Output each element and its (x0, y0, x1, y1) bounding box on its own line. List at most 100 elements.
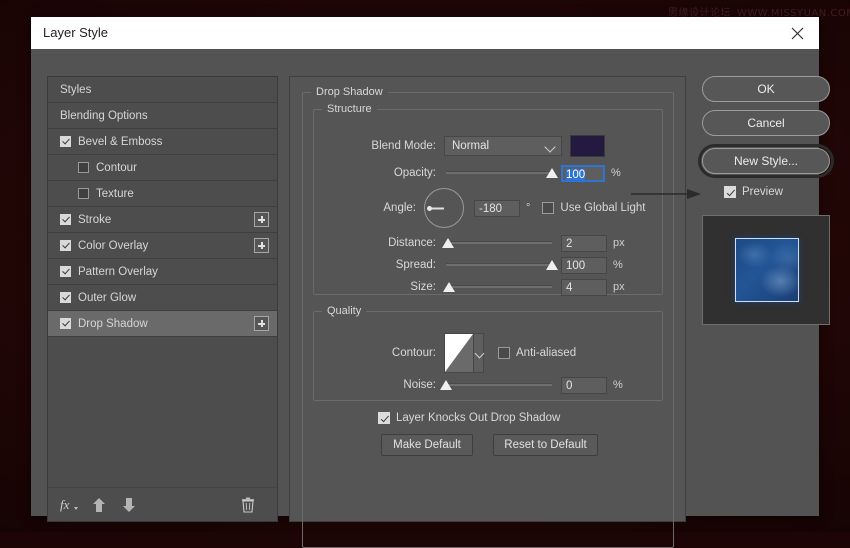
close-icon[interactable] (775, 17, 819, 49)
dialog-titlebar: Layer Style (31, 17, 819, 49)
sidebar-item-label: Bevel & Emboss (78, 136, 162, 148)
sidebar-item-stroke[interactable]: Stroke (48, 207, 277, 233)
layer-knocks-out-checkbox[interactable]: Layer Knocks Out Drop Shadow (378, 412, 560, 424)
reset-to-default-button[interactable]: Reset to Default (493, 434, 598, 456)
effect-options-panel: Drop Shadow Structure Blend Mode: Normal (289, 76, 686, 522)
sidebar-item-drop-shadow[interactable]: Drop Shadow (48, 311, 277, 337)
annotation-arrow-icon (631, 188, 703, 200)
preview-swatch (735, 238, 799, 302)
size-slider-track (446, 285, 552, 288)
ok-button[interactable]: OK (702, 76, 830, 102)
sidebar-item-outer-glow[interactable]: Outer Glow (48, 285, 277, 311)
sidebar-item-label: Outer Glow (78, 292, 136, 304)
sidebar-item-pattern-overlay[interactable]: Pattern Overlay (48, 259, 277, 285)
sidebar-item-bevel-emboss[interactable]: Bevel & Emboss (48, 129, 277, 155)
fx-icon[interactable]: fx (58, 494, 80, 516)
size-slider[interactable] (446, 280, 552, 294)
blend-mode-label: Blend Mode: (314, 140, 436, 152)
size-input[interactable]: 4 (561, 279, 607, 296)
opacity-value: 100 (566, 169, 585, 181)
layer-knocks-out-label: Layer Knocks Out Drop Shadow (396, 412, 560, 424)
spread-slider-thumb[interactable] (546, 260, 558, 270)
sidebar-item-color-overlay[interactable]: Color Overlay (48, 233, 277, 259)
sidebar-item-styles[interactable]: Styles (48, 77, 277, 103)
make-default-button[interactable]: Make Default (381, 434, 473, 456)
distance-slider-track (446, 241, 552, 244)
distance-row: Distance: 2 px (314, 233, 654, 253)
spread-value: 100 (566, 260, 585, 272)
cancel-button[interactable]: Cancel (702, 110, 830, 136)
size-slider-thumb[interactable] (443, 282, 455, 292)
blend-mode-select[interactable]: Normal (444, 136, 562, 156)
distance-unit: px (613, 237, 625, 249)
spread-label: Spread: (314, 259, 436, 271)
size-label: Size: (314, 281, 436, 293)
dialog-body: Styles Blending Options Bevel & Emboss Cont… (31, 49, 819, 516)
dialog-title: Layer Style (43, 25, 108, 40)
sidebar-item-label: Texture (96, 188, 134, 200)
sidebar-item-label: Stroke (78, 214, 111, 226)
effect-toggle-checkbox[interactable] (60, 266, 71, 277)
noise-input[interactable]: 0 (561, 377, 607, 394)
add-effect-plus-icon[interactable] (254, 316, 269, 331)
new-style-button[interactable]: New Style... (702, 148, 830, 174)
effect-toggle-checkbox[interactable] (78, 188, 89, 199)
spread-input[interactable]: 100 (561, 257, 607, 274)
effect-toggle-checkbox[interactable] (60, 240, 71, 251)
noise-slider[interactable] (446, 378, 552, 392)
add-effect-plus-icon[interactable] (254, 212, 269, 227)
angle-value: -180 (479, 203, 502, 215)
sidebar-item-contour[interactable]: Contour (48, 155, 277, 181)
distance-slider-thumb[interactable] (442, 238, 454, 248)
effects-list: Styles Blending Options Bevel & Emboss Cont… (47, 76, 278, 522)
spread-row: Spread: 100 % (314, 255, 654, 275)
effects-toolbar: fx (48, 487, 277, 521)
distance-input[interactable]: 2 (561, 235, 607, 252)
sidebar-item-label: Styles (60, 84, 91, 96)
noise-slider-thumb[interactable] (440, 380, 452, 390)
distance-slider[interactable] (446, 236, 552, 250)
structure-group-label: Structure (322, 103, 377, 115)
sidebar-item-blending-options[interactable]: Blending Options (48, 103, 277, 129)
add-effect-plus-icon[interactable] (254, 238, 269, 253)
opacity-slider-thumb[interactable] (546, 168, 558, 178)
angle-input[interactable]: -180 (474, 200, 520, 217)
spread-unit: % (613, 259, 623, 271)
effect-toggle-checkbox[interactable] (60, 318, 71, 329)
arrow-down-icon[interactable] (118, 494, 140, 516)
new-style-highlight: New Style... (698, 144, 834, 178)
angle-dial[interactable] (424, 188, 464, 228)
use-global-light-checkbox[interactable]: Use Global Light (542, 202, 645, 214)
opacity-unit: % (611, 167, 621, 179)
distance-label: Distance: (314, 237, 436, 249)
noise-value: 0 (566, 380, 572, 392)
quality-group: Quality Contour: Anti-aliased (313, 311, 663, 401)
drop-shadow-group-label: Drop Shadow (311, 86, 388, 98)
effect-toggle-checkbox[interactable] (60, 136, 71, 147)
use-global-light-label: Use Global Light (560, 202, 645, 214)
effect-toggle-checkbox[interactable] (60, 214, 71, 225)
arrow-up-icon[interactable] (88, 494, 110, 516)
linear-contour-icon[interactable] (444, 333, 484, 373)
opacity-input[interactable]: 100 (561, 165, 605, 182)
anti-aliased-box (498, 347, 510, 359)
structure-group: Structure Blend Mode: Normal Opacity: (313, 109, 663, 295)
opacity-slider[interactable] (446, 166, 552, 180)
trash-icon[interactable] (237, 494, 259, 516)
quality-group-label: Quality (322, 305, 366, 317)
effect-toggle-checkbox[interactable] (60, 292, 71, 303)
size-unit: px (613, 281, 625, 293)
effect-toggle-checkbox[interactable] (78, 162, 89, 173)
noise-unit: % (613, 379, 623, 391)
spread-slider[interactable] (446, 258, 552, 272)
anti-aliased-checkbox[interactable]: Anti-aliased (498, 347, 576, 359)
effects-list-items: Styles Blending Options Bevel & Emboss Cont… (48, 77, 277, 337)
blend-mode-row: Blend Mode: Normal (314, 136, 654, 156)
dialog-actions: OK Cancel New Style... Preview (702, 76, 834, 325)
preview-checkbox[interactable]: Preview (724, 186, 783, 198)
contour-dropdown-arrow[interactable] (473, 334, 483, 372)
shadow-color-swatch[interactable] (570, 135, 605, 157)
contour-label: Contour: (314, 347, 436, 359)
sidebar-item-texture[interactable]: Texture (48, 181, 277, 207)
sidebar-item-label: Drop Shadow (78, 318, 148, 330)
